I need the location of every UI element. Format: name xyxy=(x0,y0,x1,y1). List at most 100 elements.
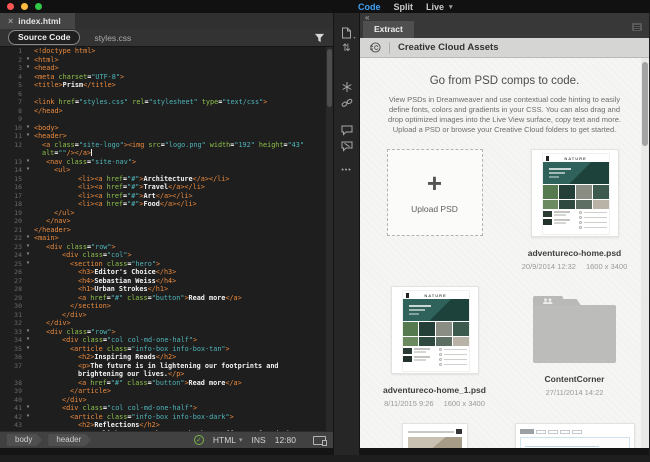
doc-type-dropdown-icon[interactable]: ▾ xyxy=(239,436,243,444)
status-bar: body header ✓ HTML ▾ INS 12:80 xyxy=(0,431,333,448)
code-line[interactable]: 7 <link href="styles.css" rel="stylesheet… xyxy=(0,98,333,107)
code-line[interactable]: 40 </div> xyxy=(0,396,333,405)
tab-index-html[interactable]: × index.html xyxy=(0,13,75,29)
window-bottom-edge xyxy=(0,448,333,455)
code-line[interactable]: 23 ▼ <div class="row"> xyxy=(0,243,333,252)
code-line[interactable]: 41 ▼ <div class="col col-md-one-half"> xyxy=(0,404,333,413)
code-line[interactable]: 4 <meta charset="UTF-8"> xyxy=(0,73,333,82)
code-line[interactable]: 15 <li><a href="#">Architecture</a></li> xyxy=(0,175,333,184)
code-line[interactable]: 38 <a href="#" class="button">Read more</… xyxy=(0,379,333,388)
code-line[interactable]: 10 ▼ <body> xyxy=(0,124,333,133)
link-icon[interactable] xyxy=(339,97,355,110)
view-mode-live[interactable]: Live xyxy=(426,2,444,12)
live-highlight-icon[interactable] xyxy=(339,81,355,94)
code-line[interactable]: 44<p>Stylish ways to bounce the heat off… xyxy=(0,430,333,432)
tab-extract[interactable]: Extract xyxy=(363,21,414,38)
view-mode-split[interactable]: Split xyxy=(394,2,414,12)
extract-panel: « Extract Creative Cloud Assets Go from … xyxy=(360,13,649,455)
code-line[interactable]: 1 <!doctype html> xyxy=(0,47,333,56)
panel-header: « Extract xyxy=(360,13,649,38)
code-line[interactable]: 14 ▼ <ul> xyxy=(0,166,333,175)
code-view[interactable]: 1 <!doctype html> 2 ▼ <html> 3 ▼ <head> 4 <meta c… xyxy=(0,47,333,431)
code-line[interactable]: 43 <h2>Reflections</h2> xyxy=(0,421,333,430)
tag-selector-body[interactable]: body xyxy=(7,434,42,446)
tag-selector-header[interactable]: header xyxy=(48,434,91,446)
apply-comment-icon[interactable] xyxy=(339,125,355,138)
code-line[interactable]: 30 </section> xyxy=(0,302,333,311)
code-line[interactable]: 18 <li><a href="#">Food</a></li> xyxy=(0,200,333,209)
code-line[interactable]: 25 ▼ <section class="hero"> xyxy=(0,260,333,269)
code-line[interactable]: 27 <h4>Sebastian Weiss</h4> xyxy=(0,277,333,286)
view-mode-code[interactable]: Code xyxy=(358,2,381,12)
code-line[interactable]: 31 </div> xyxy=(0,311,333,320)
doc-type-select[interactable]: HTML xyxy=(213,435,236,445)
filter-icon[interactable] xyxy=(314,33,325,43)
code-line[interactable]: 12 <a class="site-logo"><img src="logo.pn… xyxy=(0,141,333,150)
panel-menu-icon[interactable] xyxy=(632,23,642,31)
shared-folder-icon[interactable] xyxy=(533,296,616,363)
window-size-icon[interactable] xyxy=(313,435,327,446)
assets-grid: + Upload PSD NATURE adventureco-home.psd… xyxy=(360,149,649,448)
code-line[interactable]: 5 <title>Prism</title> xyxy=(0,81,333,90)
code-line[interactable]: 37 <p>The future is in lightening our foo… xyxy=(0,362,333,371)
code-line[interactable]: 16 <li><a href="#">Travel</a></li> xyxy=(0,183,333,192)
zoom-window-button[interactable] xyxy=(35,3,42,10)
remove-comment-icon[interactable] xyxy=(339,141,355,154)
code-line[interactable]: 17 <li><a href="#">Art</a></li> xyxy=(0,192,333,201)
code-line[interactable]: 20 </nav> xyxy=(0,217,333,226)
psd-thumbnail[interactable] xyxy=(514,423,635,448)
code-line[interactable]: 21 </header> xyxy=(0,226,333,235)
code-line[interactable]: 33 ▼ <div class="row"> xyxy=(0,328,333,337)
upload-psd-button[interactable]: + Upload PSD xyxy=(386,149,483,236)
code-line[interactable]: 35 ▼ <article class="info-box info-box-tan… xyxy=(0,345,333,354)
code-line[interactable]: 29 <a href="#" class="button">Read more</… xyxy=(0,294,333,303)
code-line[interactable]: 6 xyxy=(0,90,333,99)
code-line[interactable]: 9 xyxy=(0,115,333,124)
code-line[interactable]: 42 ▼ <article class="info-box info-box-dar… xyxy=(0,413,333,422)
code-line[interactable]: 34 ▼ <div class="col col-md-one-half"> xyxy=(0,336,333,345)
code-line[interactable]: 2 ▼ <html> xyxy=(0,56,333,65)
toolbar-more-icon[interactable]: ••• xyxy=(341,167,351,174)
file-management-icon[interactable]: ⇅ xyxy=(339,43,355,56)
code-line[interactable]: 28 <h1>Urban Strokes</h1> xyxy=(0,285,333,294)
asset-item: NATURE adventureco-home_1.psd 8/11/2015 … xyxy=(365,286,505,423)
psd-thumbnail[interactable]: NATURE xyxy=(530,149,619,237)
panel-scrollbar[interactable] xyxy=(641,58,649,448)
code-line[interactable]: 39 </article> xyxy=(0,387,333,396)
code-line[interactable]: 19 </ul> xyxy=(0,209,333,218)
code-line[interactable]: alt=""/></a> xyxy=(0,149,333,158)
code-line[interactable]: 24 ▼ <div class="col"> xyxy=(0,251,333,260)
code-line[interactable]: 13 ▼ <nav class="site-nav"> xyxy=(0,158,333,167)
code-line[interactable]: 32 </div> xyxy=(0,319,333,328)
code-line[interactable]: 8 </head> xyxy=(0,107,333,116)
close-window-button[interactable] xyxy=(7,3,14,10)
psd-thumbnail[interactable] xyxy=(401,423,468,448)
code-line[interactable]: 11 ▼ <header> xyxy=(0,132,333,141)
panel-scrollbar-thumb[interactable] xyxy=(642,62,648,146)
code-line[interactable]: 26 <h3>Editor's Choice</h3> xyxy=(0,268,333,277)
code-line[interactable]: 36 <h2>Inspiring Reads</h2> xyxy=(0,353,333,362)
intro-cta: Upload a PSD or browse your Creative Clo… xyxy=(392,125,617,134)
asset-name[interactable]: adventureco-home.psd xyxy=(528,248,622,258)
lint-ok-icon[interactable]: ✓ xyxy=(193,435,204,445)
tab-label: index.html xyxy=(18,16,61,26)
code-line[interactable]: 22 ▼ <main> xyxy=(0,234,333,243)
traffic-lights xyxy=(7,3,42,10)
close-tab-icon[interactable]: × xyxy=(8,16,13,26)
code-scrollbar[interactable] xyxy=(326,47,333,431)
related-file-styles-css[interactable]: styles.css xyxy=(94,33,131,43)
plus-icon: + xyxy=(426,167,443,198)
asset-dims: 1600 x 3400 xyxy=(443,399,485,408)
creative-cloud-icon[interactable] xyxy=(370,42,381,53)
live-dropdown-icon[interactable]: ▾ xyxy=(449,3,453,11)
minimize-window-button[interactable] xyxy=(21,3,28,10)
asset-name[interactable]: ContentCorner xyxy=(545,374,605,384)
source-code-button[interactable]: Source Code xyxy=(8,30,81,45)
open-documents-icon[interactable]: ▾ xyxy=(339,27,356,40)
intro-body: View PSDs in Dreamweaver and use context… xyxy=(388,95,621,124)
asset-name[interactable]: adventureco-home_1.psd xyxy=(383,385,486,395)
code-line[interactable]: brightening our lives.</p> xyxy=(0,370,333,379)
code-scrollbar-thumb[interactable] xyxy=(327,49,332,107)
psd-thumbnail[interactable]: NATURE xyxy=(390,286,479,374)
code-line[interactable]: 3 ▼ <head> xyxy=(0,64,333,73)
